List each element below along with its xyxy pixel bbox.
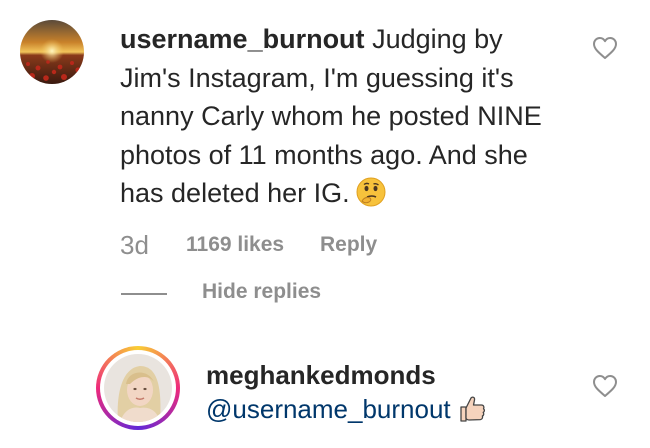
avatar-ring-gap [100, 350, 176, 426]
avatar-portrait-image [104, 354, 172, 422]
comment-username[interactable]: username_burnout [120, 24, 365, 54]
thinking-face-emoji-icon [356, 177, 386, 218]
like-reply-heart-icon[interactable] [592, 374, 618, 398]
comment-timestamp[interactable]: 3d [120, 230, 149, 261]
comment-likes-count[interactable]: 1169 likes [186, 233, 284, 257]
avatar-sunset-field-image [20, 20, 84, 84]
avatar[interactable] [20, 20, 84, 84]
story-ring-avatar[interactable] [96, 346, 180, 430]
reply-username[interactable]: meghankedmonds [206, 360, 436, 391]
avatar[interactable] [104, 354, 172, 422]
comment-body: username_burnout Judging by Jim's Instag… [120, 20, 560, 218]
reply-button[interactable]: Reply [320, 233, 377, 257]
replies-divider-line [121, 293, 167, 295]
reply-mention-link[interactable]: @username_burnout [206, 394, 451, 424]
like-comment-heart-icon[interactable] [592, 36, 618, 60]
thumbs-up-emoji-icon [457, 394, 487, 431]
reply-body: @username_burnout [206, 394, 487, 431]
hide-replies-button[interactable]: Hide replies [202, 280, 321, 304]
